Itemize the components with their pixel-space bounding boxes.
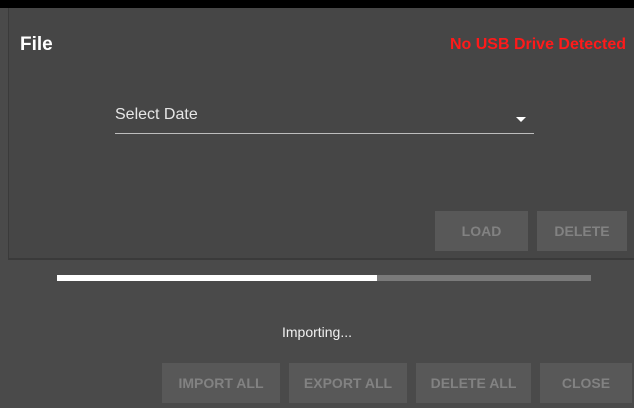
chevron-down-icon <box>516 117 526 122</box>
export-all-button[interactable]: EXPORT ALL <box>289 363 407 403</box>
delete-button[interactable]: DELETE <box>537 211 627 251</box>
import-progress-bar <box>57 275 591 281</box>
select-date-dropdown[interactable]: Select Date <box>115 104 534 134</box>
select-date-label: Select Date <box>115 106 198 123</box>
file-panel: File No USB Drive Detected Select Date L… <box>8 8 634 258</box>
import-all-button[interactable]: IMPORT ALL <box>162 363 280 403</box>
load-button[interactable]: LOAD <box>435 211 528 251</box>
import-progress-fill <box>57 275 378 281</box>
dialog-title: File <box>20 34 53 55</box>
delete-all-button[interactable]: DELETE ALL <box>416 363 531 403</box>
close-button[interactable]: CLOSE <box>540 363 632 403</box>
file-dialog: File No USB Drive Detected Select Date L… <box>0 8 634 408</box>
usb-status-message: No USB Drive Detected <box>449 36 626 53</box>
progress-status-text: Importing... <box>281 324 353 340</box>
section-divider <box>8 258 634 260</box>
